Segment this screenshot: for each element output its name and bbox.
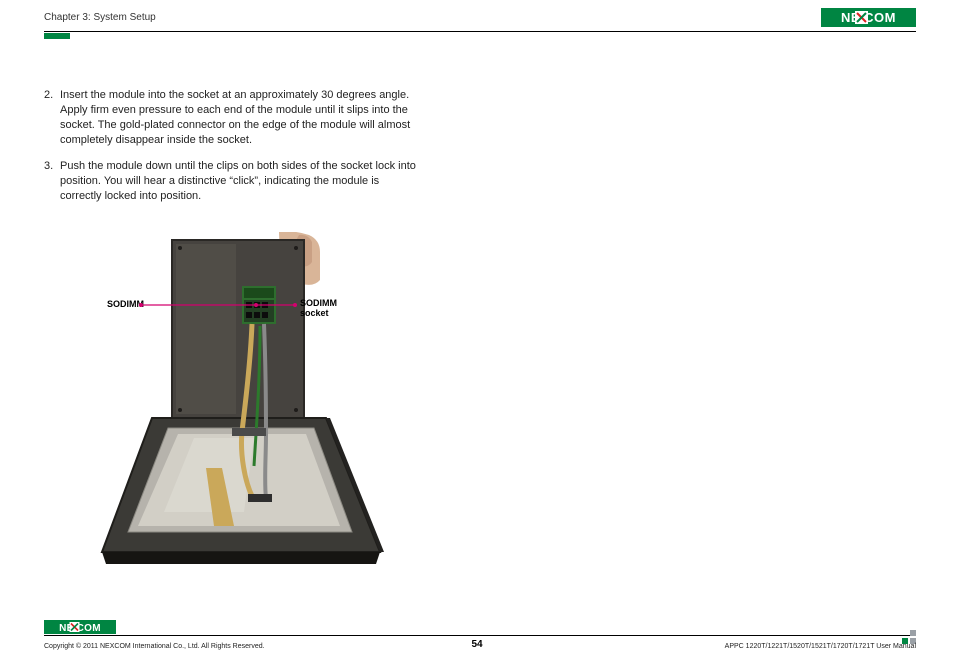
callout-line1: SODIMM [300, 298, 337, 308]
header-accent [44, 33, 70, 39]
page-header: Chapter 3: System Setup NE COM [0, 0, 954, 40]
logo-text: NE COM [841, 10, 896, 25]
svg-text:NE COM: NE COM [59, 623, 101, 634]
footer-rule [44, 635, 916, 636]
step-number: 3. [44, 159, 60, 204]
nexcom-logo-small: NE COM [44, 620, 116, 634]
step-number: 2. [44, 88, 60, 147]
callout-sodimm: SODIMM [94, 299, 144, 309]
callout-leader-line [138, 303, 298, 307]
step-text: Insert the module into the socket at an … [60, 88, 420, 147]
chapter-title: Chapter 3: System Setup [44, 12, 156, 23]
header-rule [44, 31, 916, 32]
instruction-list: 2. Insert the module into the socket at … [44, 88, 420, 216]
callout-sodimm-socket: SODIMM socket [300, 298, 360, 319]
nexcom-logo: NE COM [821, 8, 916, 27]
sodimm-install-figure [94, 232, 384, 577]
page: Chapter 3: System Setup NE COM 2. Insert… [0, 0, 954, 672]
step-2: 2. Insert the module into the socket at … [44, 88, 420, 147]
step-3: 3. Push the module down until the clips … [44, 159, 420, 204]
step-text: Push the module down until the clips on … [60, 159, 420, 204]
model-line: APPC 1220T/1221T/1520T/1521T/1720T/1721T… [725, 643, 916, 650]
callout-line2: socket [300, 308, 329, 318]
